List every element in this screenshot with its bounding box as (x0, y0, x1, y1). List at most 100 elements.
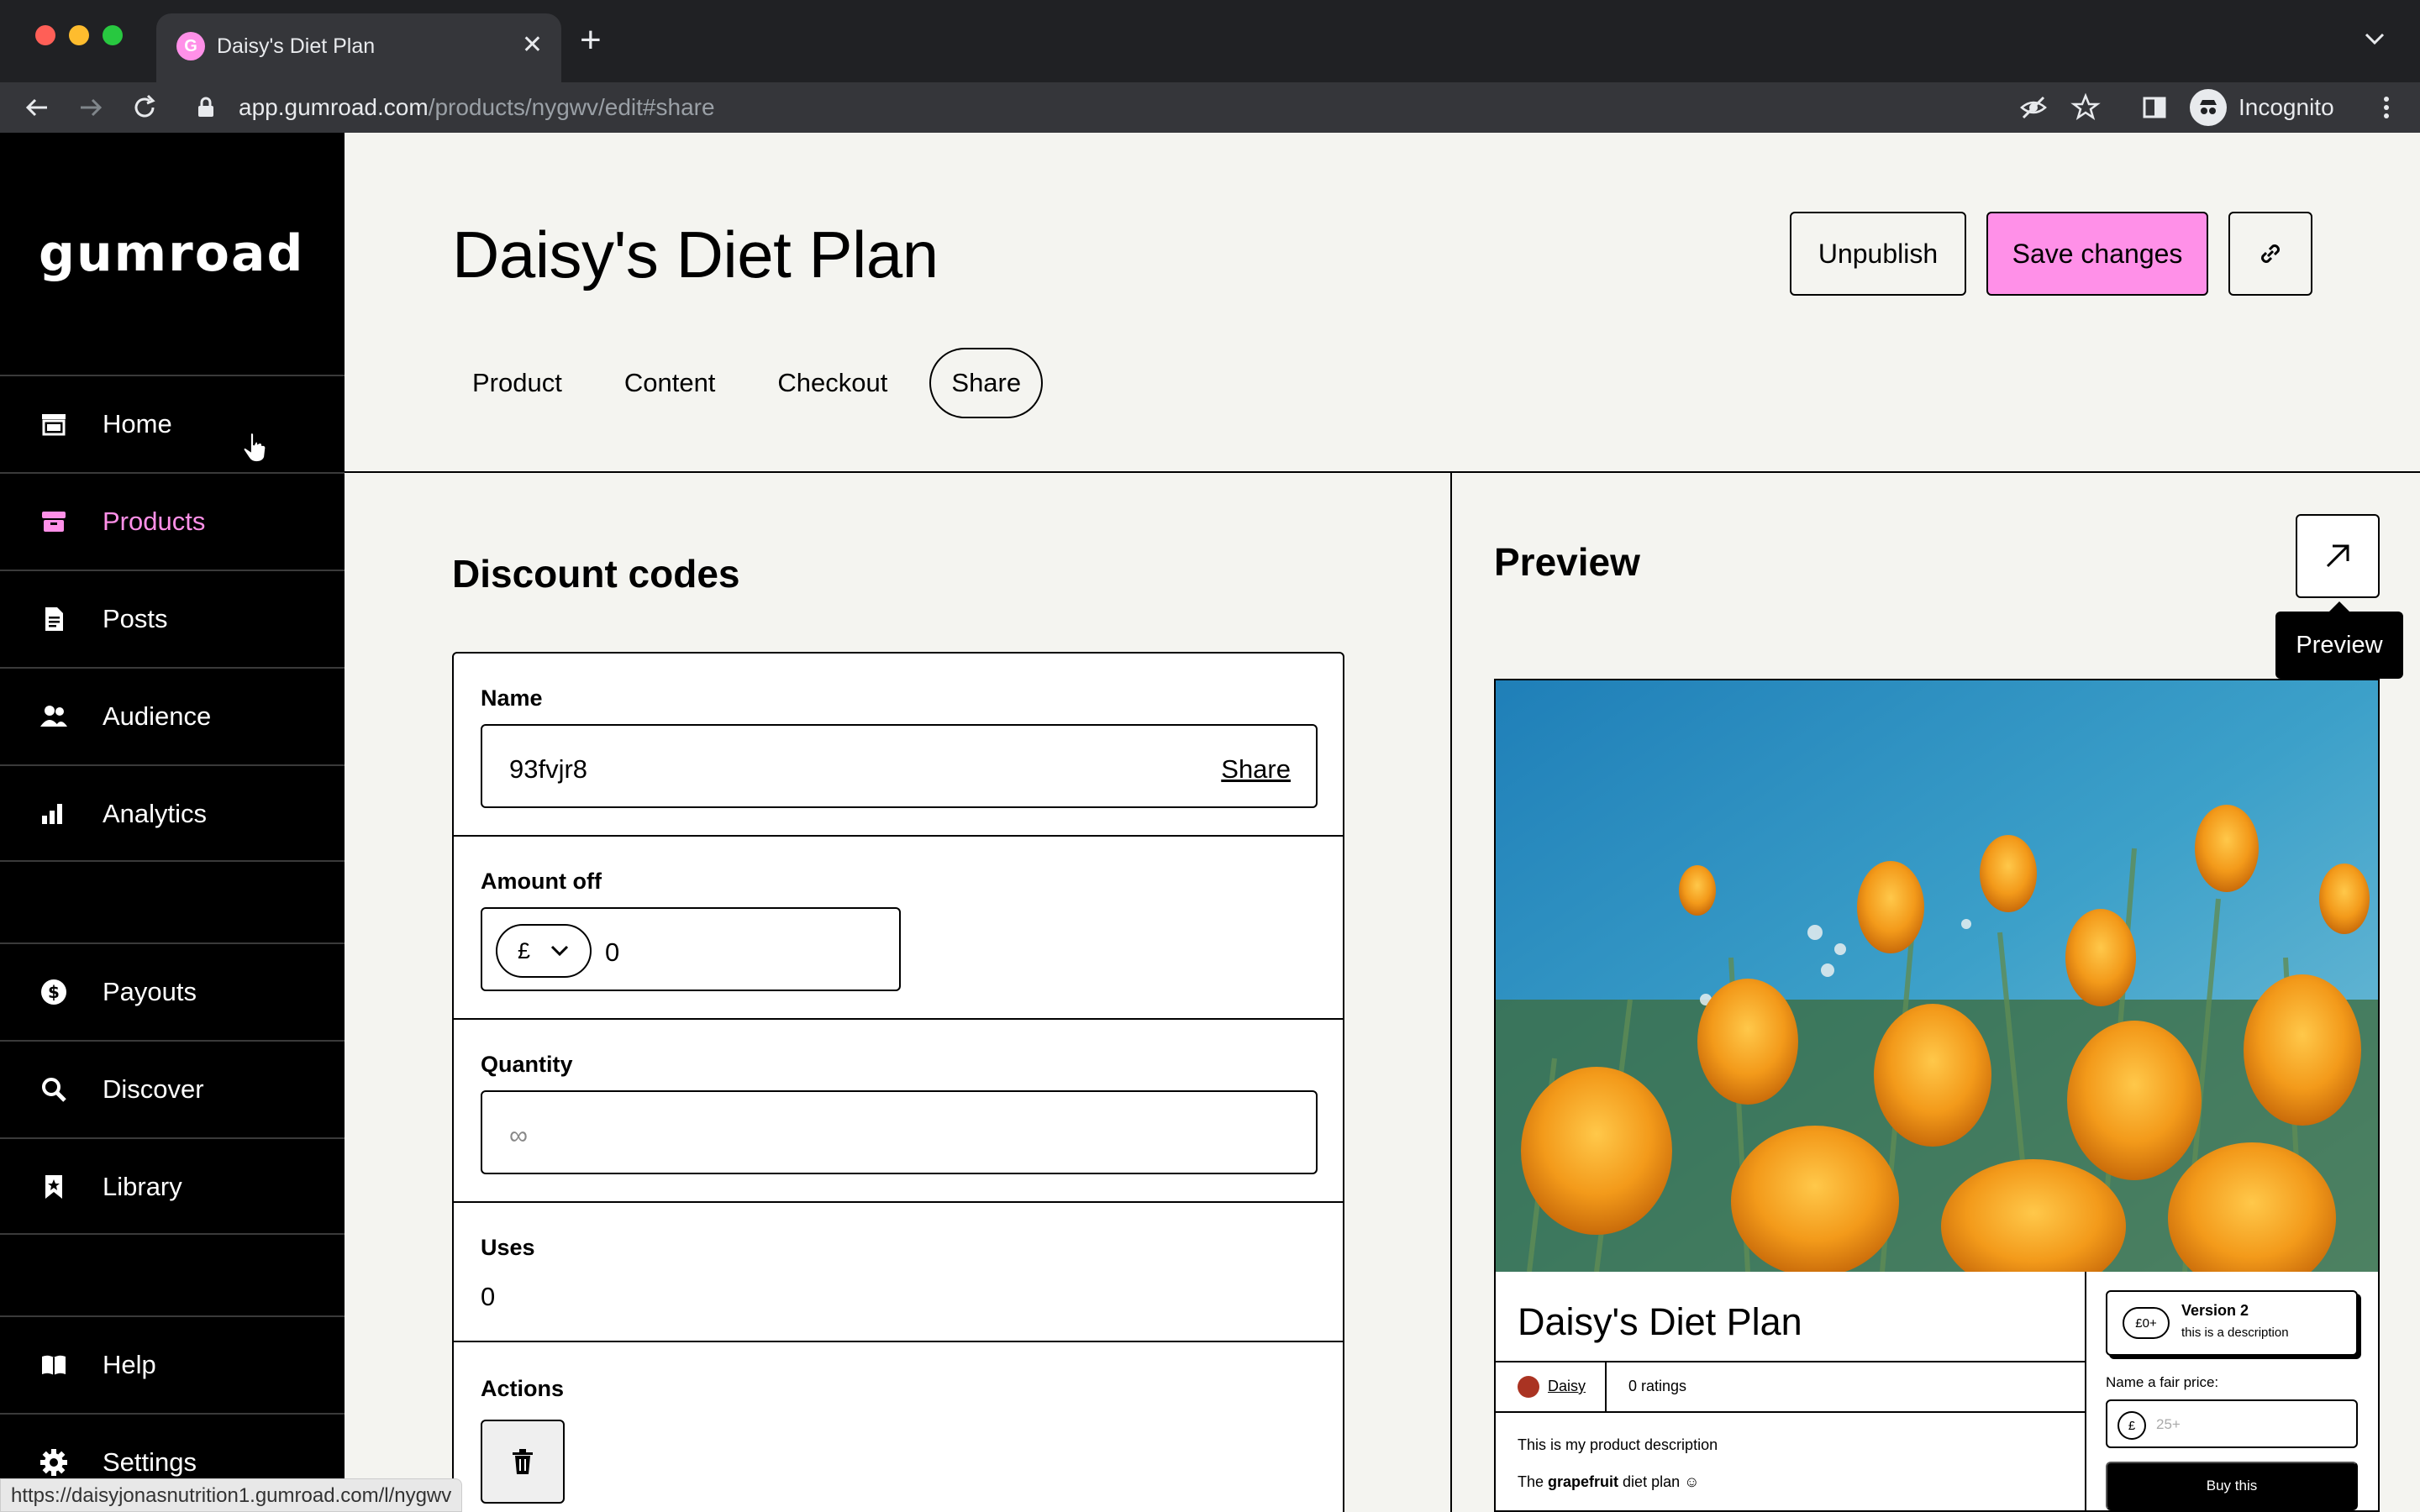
document-icon (45, 606, 63, 631)
search-icon (42, 1077, 66, 1102)
preview-divider (1496, 1411, 2086, 1413)
price-placeholder: 25+ (2156, 1416, 2181, 1432)
back-arrow-icon[interactable] (20, 91, 54, 124)
unpublish-button[interactable]: Unpublish (1790, 212, 1966, 296)
maximize-window-button[interactable] (103, 25, 123, 45)
tab-search-chevron-icon[interactable] (2358, 22, 2391, 55)
gumroad-logo-svg: gumroad (39, 224, 304, 283)
status-bar-url: https://daisyjonasnutrition1.gumroad.com… (0, 1478, 463, 1512)
version-name: Version 2 (2181, 1302, 2249, 1319)
quantity-placeholder: ∞ (509, 1121, 529, 1150)
gumroad-logo[interactable]: gumroad (39, 224, 308, 297)
amount-value: 0 (605, 937, 620, 967)
sidebar-item-home[interactable]: Home (0, 375, 345, 471)
dollar-circle-icon: $ (41, 979, 66, 1005)
open-preview-button[interactable] (2296, 514, 2380, 598)
save-changes-button[interactable]: Save changes (1986, 212, 2208, 296)
uses-value: 0 (481, 1282, 496, 1311)
svg-text:$: $ (48, 982, 60, 1002)
preview-divider (1496, 1361, 2086, 1362)
currency-select[interactable]: £ (496, 924, 592, 978)
sidebar-item-library[interactable]: Library (0, 1137, 345, 1234)
uses-row: Uses 0 (454, 1203, 1343, 1342)
sidebar-item-analytics[interactable]: Analytics (0, 764, 345, 861)
browser-toolbar: app.gumroad.com/products/nygwv/edit#shar… (0, 82, 2420, 133)
version-option[interactable]: £0+ Version 2 this is a description (2106, 1290, 2358, 1356)
preview-tooltip: Preview (2275, 601, 2403, 679)
sidebar-item-discover[interactable]: Discover (0, 1040, 345, 1137)
side-panel-icon[interactable] (2138, 91, 2171, 124)
bookmark-star-icon[interactable] (2069, 91, 2102, 124)
gumroad-favicon-icon: G (176, 32, 205, 60)
tab-close-icon[interactable]: ✕ (522, 30, 543, 60)
chevron-down-icon (550, 945, 569, 957)
people-icon (40, 705, 67, 727)
tab-title: Daisy's Diet Plan (217, 34, 376, 58)
preview-description-line-2: The grapefruit diet plan ☺ (1518, 1473, 1700, 1490)
sidebar-item-payouts[interactable]: $ Payouts (0, 942, 345, 1039)
eye-slash-icon[interactable] (2017, 91, 2050, 124)
forward-arrow-icon[interactable] (74, 91, 108, 124)
browser-tab[interactable]: G Daisy's Diet Plan ✕ (156, 13, 561, 82)
preview-heading: Preview (1494, 540, 1640, 584)
discount-codes-heading: Discount codes (452, 552, 740, 596)
delete-discount-button[interactable] (481, 1420, 565, 1504)
ratings-text: 0 ratings (1628, 1378, 1687, 1394)
sidebar-item-label: Home (103, 408, 172, 438)
sidebar-item-label: Discover (103, 1074, 204, 1104)
preview-product-title: Daisy's Diet Plan (1518, 1300, 1802, 1343)
close-window-button[interactable] (35, 25, 55, 45)
browser-menu-icon[interactable] (2370, 91, 2403, 124)
sidebar-item-label: Products (103, 506, 206, 536)
book-icon (42, 1355, 66, 1375)
product-header: Daisy's Diet Plan Unpublish Save changes… (345, 133, 2420, 473)
price-input[interactable]: £ 25+ (2106, 1399, 2358, 1448)
tab-checkout[interactable]: Checkout (757, 348, 908, 418)
name-field[interactable]: 93fvjr8 Share (481, 724, 1318, 808)
quantity-row: Quantity ∞ (454, 1020, 1343, 1203)
discount-code-card: Name 93fvjr8 Share Amount off £ 0 Quanti… (452, 652, 1344, 1512)
browser-tab-bar: G Daisy's Diet Plan ✕ + (0, 0, 2420, 82)
sidebar-item-label: Help (103, 1349, 156, 1379)
hand-cursor-icon (242, 432, 267, 463)
sidebar-item-products[interactable]: Products (0, 472, 345, 569)
page-title: Daisy's Diet Plan (452, 218, 939, 291)
sidebar-divider (0, 1233, 345, 1317)
uses-label: Uses (481, 1235, 535, 1260)
tab-share[interactable]: Share (929, 348, 1044, 418)
quantity-field[interactable]: ∞ (481, 1090, 1318, 1174)
author-link[interactable]: Daisy (1548, 1378, 1586, 1395)
new-tab-plus-icon[interactable]: + (580, 22, 602, 59)
currency-symbol: £ (518, 937, 531, 963)
tab-product[interactable]: Product (452, 348, 582, 418)
gear-icon (40, 1448, 67, 1476)
quantity-label: Quantity (481, 1052, 573, 1077)
fair-price-label: Name a fair price: (2106, 1374, 2219, 1390)
sidebar-item-label: Payouts (103, 976, 197, 1006)
minimize-window-button[interactable] (69, 25, 89, 45)
profile-button[interactable]: Incognito (2190, 89, 2334, 126)
address-bar[interactable]: app.gumroad.com/products/nygwv/edit#shar… (180, 82, 2196, 133)
sidebar-item-help[interactable]: Help (0, 1315, 345, 1412)
amount-field[interactable]: £ 0 (481, 907, 901, 991)
sidebar-item-label: Posts (103, 603, 168, 633)
arrow-up-right-icon (2326, 544, 2349, 568)
product-tabs: Product Content Checkout Share (452, 348, 1065, 418)
sidebar-item-posts[interactable]: Posts (0, 570, 345, 666)
version-description: this is a description (2181, 1326, 2289, 1340)
copy-link-button[interactable] (2228, 212, 2312, 296)
url-text[interactable]: app.gumroad.com/products/nygwv/edit#shar… (239, 94, 715, 121)
name-row: Name 93fvjr8 Share (454, 654, 1343, 837)
lock-icon[interactable] (197, 97, 215, 118)
tab-content[interactable]: Content (604, 348, 736, 418)
name-value: 93fvjr8 (509, 754, 588, 784)
author-avatar (1518, 1376, 1539, 1398)
incognito-icon (2190, 89, 2227, 126)
archive-icon (42, 511, 66, 532)
share-link[interactable]: Share (1221, 754, 1291, 785)
sidebar-item-audience[interactable]: Audience (0, 667, 345, 764)
svg-text:gumroad: gumroad (39, 225, 304, 283)
buy-this-button[interactable]: Buy this (2106, 1462, 2358, 1510)
reload-icon[interactable] (128, 91, 161, 124)
profile-label: Incognito (2238, 94, 2334, 120)
